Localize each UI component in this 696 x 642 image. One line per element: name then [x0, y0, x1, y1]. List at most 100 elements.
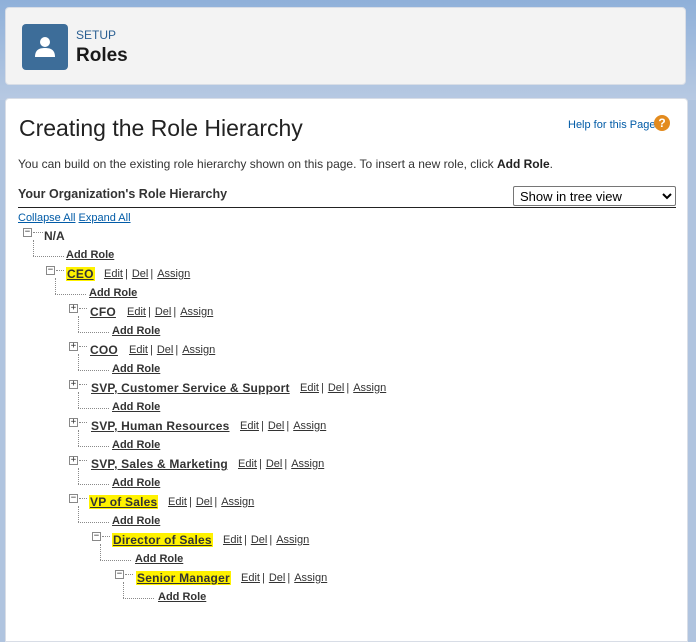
assign-link[interactable]: Assign	[182, 344, 215, 356]
expand-toggle-icon[interactable]: +	[69, 342, 78, 351]
intro-text: You can build on the existing role hiera…	[18, 157, 553, 171]
tree-connector	[78, 354, 79, 370]
separator: |	[320, 382, 324, 394]
tree-connector	[78, 370, 109, 371]
role-ceo[interactable]: CEO	[66, 267, 95, 281]
assign-link[interactable]: Assign	[294, 572, 327, 584]
del-link[interactable]: Del	[155, 306, 172, 318]
collapse-toggle-icon[interactable]: −	[115, 570, 124, 579]
role-vp-of-sales[interactable]: VP of Sales	[89, 495, 159, 509]
expand-toggle-icon[interactable]: +	[69, 456, 78, 465]
tree-connector	[78, 392, 79, 408]
add-role-link[interactable]: Add Role	[158, 591, 206, 603]
add-role-link[interactable]: Add Role	[112, 401, 160, 413]
separator: |	[287, 572, 291, 584]
edit-link[interactable]: Edit	[241, 572, 260, 584]
separator: |	[124, 268, 128, 280]
expand-toggle-icon[interactable]: +	[69, 418, 78, 427]
role-actions: Edit | Del | Assign	[129, 344, 215, 356]
assign-link[interactable]: Assign	[221, 496, 254, 508]
add-role-link[interactable]: Add Role	[112, 325, 160, 337]
assign-link[interactable]: Assign	[353, 382, 386, 394]
separator: |	[346, 382, 350, 394]
separator: |	[214, 496, 218, 508]
root-node: N/A	[44, 229, 65, 243]
view-mode-select[interactable]: Show in tree view	[513, 186, 676, 206]
del-link[interactable]: Del	[196, 496, 213, 508]
del-link[interactable]: Del	[269, 572, 286, 584]
role-actions: Edit | Del | Assign	[127, 306, 213, 318]
edit-link[interactable]: Edit	[300, 382, 319, 394]
add-role-link[interactable]: Add Role	[112, 363, 160, 375]
separator: |	[175, 344, 179, 356]
edit-link[interactable]: Edit	[240, 420, 259, 432]
add-role-link[interactable]: Add Role	[112, 515, 160, 527]
help-icon[interactable]: ?	[654, 115, 670, 131]
add-role-link[interactable]: Add Role	[66, 249, 114, 261]
role-coo[interactable]: COO	[90, 343, 118, 357]
edit-link[interactable]: Edit	[127, 306, 146, 318]
page-header: SETUP Roles	[5, 7, 686, 85]
tree-connector	[78, 430, 79, 446]
assign-link[interactable]: Assign	[157, 268, 190, 280]
intro-text-body: You can build on the existing role hiera…	[18, 157, 497, 171]
collapse-toggle-icon[interactable]: −	[46, 266, 55, 275]
role-svp-customer-service[interactable]: SVP, Customer Service & Support	[91, 381, 290, 395]
separator: |	[261, 572, 265, 584]
add-role-link[interactable]: Add Role	[89, 287, 137, 299]
tree-connector	[79, 346, 87, 347]
del-link[interactable]: Del	[132, 268, 149, 280]
collapse-toggle-icon[interactable]: −	[92, 532, 101, 541]
assign-link[interactable]: Assign	[291, 458, 324, 470]
separator: |	[150, 268, 154, 280]
collapse-toggle-icon[interactable]: −	[23, 228, 32, 237]
expand-toggle-icon[interactable]: +	[69, 380, 78, 389]
assign-link[interactable]: Assign	[180, 306, 213, 318]
del-link[interactable]: Del	[266, 458, 283, 470]
collapse-toggle-icon[interactable]: −	[69, 494, 78, 503]
del-link[interactable]: Del	[328, 382, 345, 394]
role-senior-manager[interactable]: Senior Manager	[136, 571, 231, 585]
role-svp-sales-marketing[interactable]: SVP, Sales & Marketing	[91, 457, 228, 471]
tree-connector	[102, 536, 110, 537]
main-panel: Creating the Role Hierarchy Help for thi…	[5, 98, 688, 642]
tree-connector	[55, 278, 56, 294]
tree-connector	[78, 316, 79, 332]
user-icon	[22, 24, 68, 70]
expand-toggle-icon[interactable]: +	[69, 304, 78, 313]
separator: |	[286, 420, 290, 432]
edit-link[interactable]: Edit	[129, 344, 148, 356]
tree-connector	[33, 232, 43, 233]
separator: |	[260, 420, 264, 432]
role-svp-human-resources[interactable]: SVP, Human Resources	[91, 419, 230, 433]
add-role-link[interactable]: Add Role	[112, 477, 160, 489]
assign-link[interactable]: Assign	[276, 534, 309, 546]
header-title: Roles	[76, 45, 128, 66]
collapse-expand-links: Collapse All Expand All	[18, 212, 131, 224]
del-link[interactable]: Del	[157, 344, 174, 356]
edit-link[interactable]: Edit	[168, 496, 187, 508]
collapse-all-link[interactable]: Collapse All	[18, 212, 75, 224]
tree-connector	[123, 582, 124, 598]
del-link[interactable]: Del	[251, 534, 268, 546]
assign-link[interactable]: Assign	[293, 420, 326, 432]
tree-connector	[78, 506, 79, 522]
tree-connector	[100, 560, 131, 561]
edit-link[interactable]: Edit	[238, 458, 257, 470]
tree-connector	[56, 270, 64, 271]
edit-link[interactable]: Edit	[223, 534, 242, 546]
del-link[interactable]: Del	[268, 420, 285, 432]
edit-link[interactable]: Edit	[104, 268, 123, 280]
tree-connector	[125, 574, 133, 575]
expand-all-link[interactable]: Expand All	[79, 212, 131, 224]
add-role-link[interactable]: Add Role	[112, 439, 160, 451]
role-director-of-sales[interactable]: Director of Sales	[112, 533, 213, 547]
add-role-link[interactable]: Add Role	[135, 553, 183, 565]
separator: |	[284, 458, 288, 470]
tree-connector	[78, 408, 109, 409]
role-actions: Edit | Del | Assign	[238, 458, 324, 470]
role-cfo[interactable]: CFO	[90, 305, 116, 319]
header-eyebrow: SETUP	[76, 28, 117, 42]
help-link[interactable]: Help for this Page	[568, 119, 655, 131]
tree-connector	[78, 332, 109, 333]
